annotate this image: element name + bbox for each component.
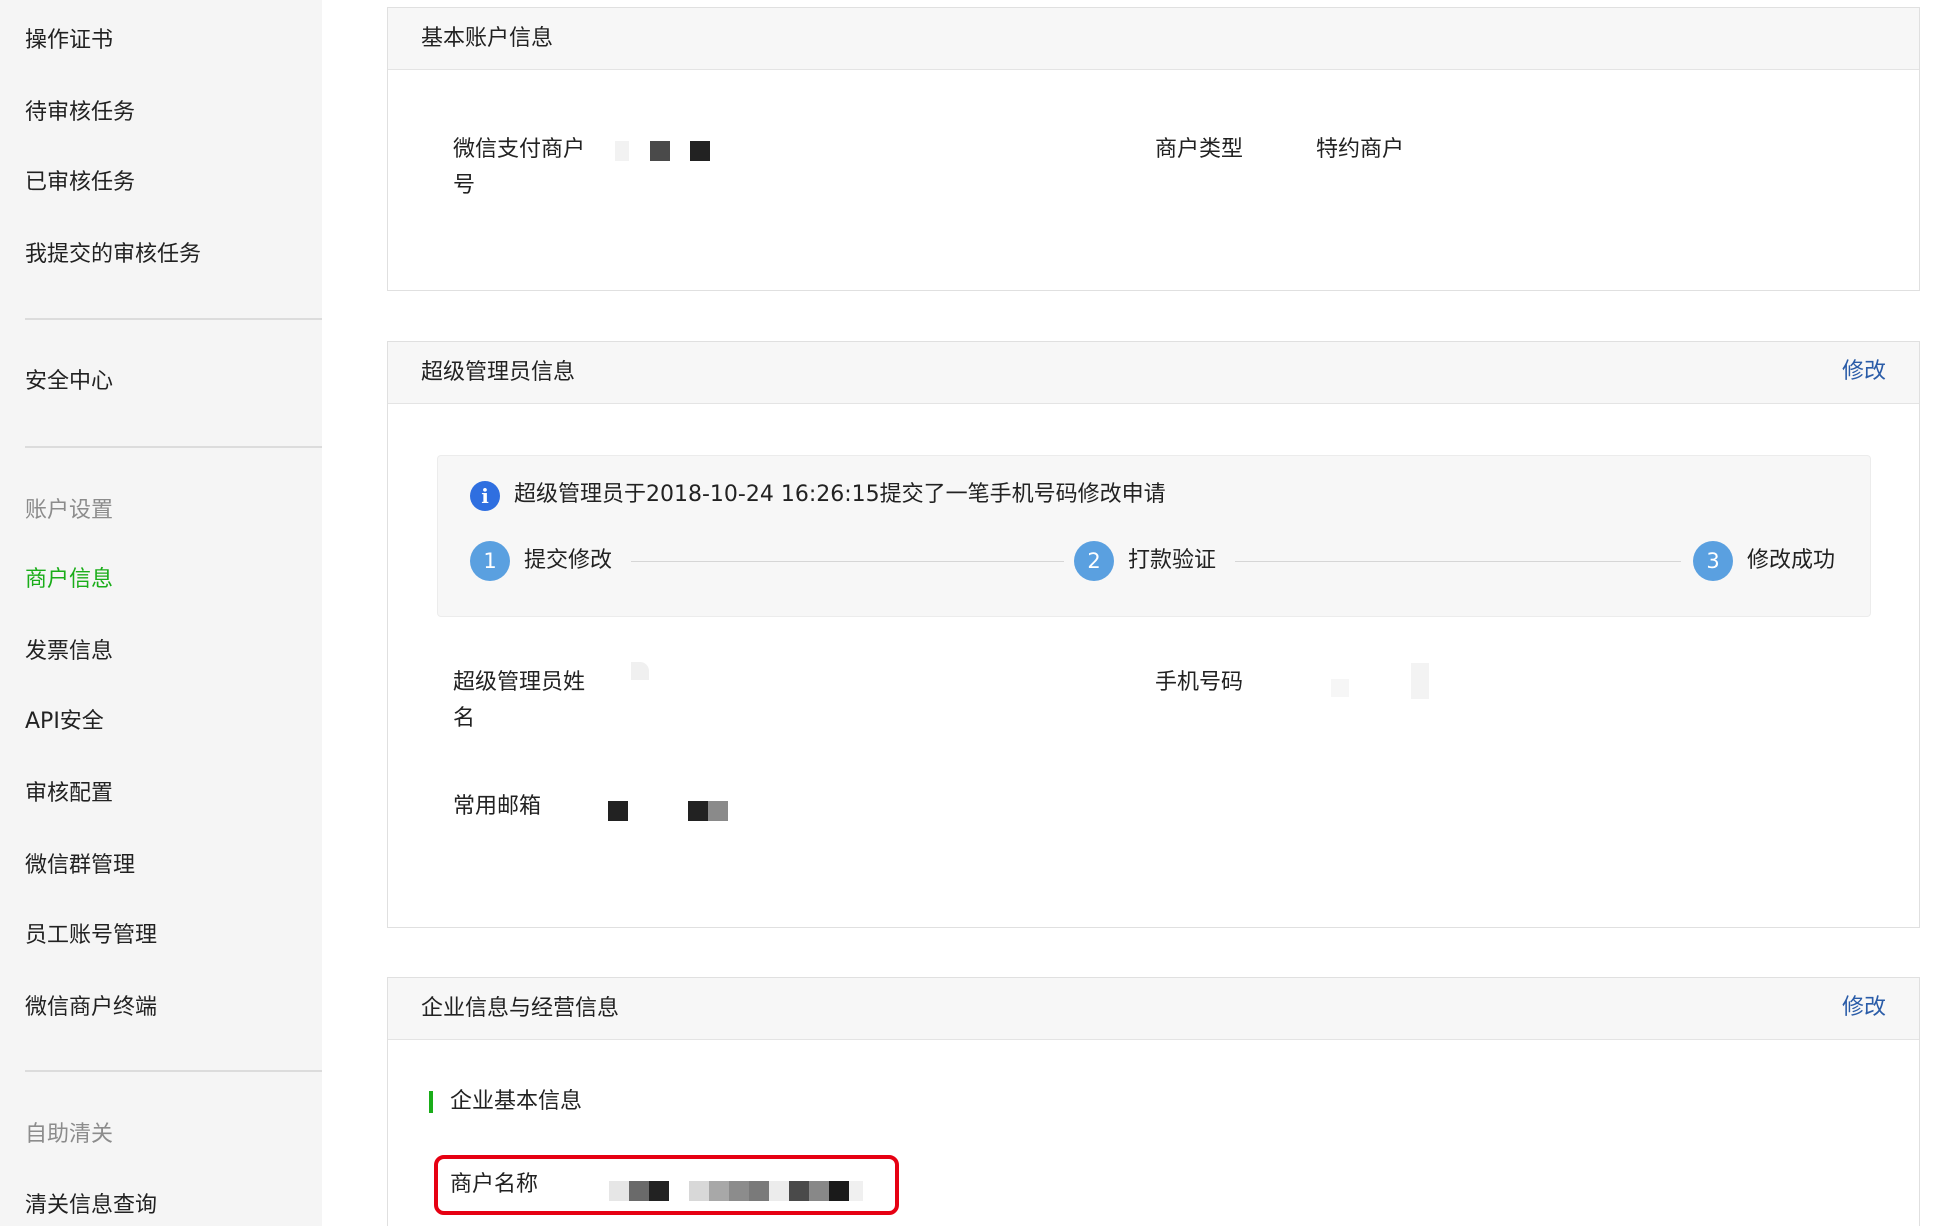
sidebar-item-operation-certificate[interactable]: 操作证书	[25, 26, 113, 56]
step-1-label: 提交修改	[524, 548, 613, 573]
info-icon: i	[470, 481, 500, 511]
subsection-accent	[429, 1091, 433, 1113]
merchant-type-label: 商户类型	[1155, 137, 1244, 162]
sidebar-item-invoice-info[interactable]: 发票信息	[25, 637, 113, 667]
panel-title: 基本账户信息	[421, 26, 554, 51]
sidebar-divider	[25, 446, 322, 448]
step-connector	[631, 561, 1064, 562]
merchant-name-highlight	[434, 1155, 899, 1215]
sidebar-item-customs-query[interactable]: 清关信息查询	[25, 1191, 157, 1221]
sidebar-divider	[25, 1070, 322, 1072]
merchant-type-value: 特约商户	[1316, 137, 1405, 162]
sidebar-item-merchant-info[interactable]: 商户信息	[25, 565, 113, 595]
edit-enterprise-button[interactable]: 修改	[1842, 993, 1886, 1023]
sidebar: 操作证书 待审核任务 已审核任务 我提交的审核任务 安全中心 账户设置 商户信息…	[0, 0, 322, 1226]
step-connector	[1235, 561, 1681, 562]
panel-header: 超级管理员信息 修改	[388, 342, 1919, 404]
step-3-label: 修改成功	[1747, 548, 1836, 573]
sidebar-item-review-config[interactable]: 审核配置	[25, 779, 113, 809]
step-2-label: 打款验证	[1128, 548, 1217, 573]
super-admin-panel: 超级管理员信息 修改 i 超级管理员于2018-10-24 16:26:15提交…	[387, 341, 1920, 928]
panel-header: 企业信息与经营信息 修改	[388, 978, 1919, 1040]
email-label: 常用邮箱	[453, 794, 542, 819]
phone-label: 手机号码	[1155, 670, 1244, 695]
sidebar-item-security-center[interactable]: 安全中心	[25, 367, 113, 397]
edit-admin-button[interactable]: 修改	[1842, 357, 1886, 387]
subsection-title: 企业基本信息	[450, 1089, 583, 1114]
sidebar-item-api-security[interactable]: API安全	[25, 707, 104, 737]
notice-text: 超级管理员于2018-10-24 16:26:15提交了一笔手机号码修改申请	[514, 482, 1166, 507]
enterprise-panel: 企业信息与经营信息 修改 企业基本信息 商户名称	[387, 977, 1920, 1226]
step-1-number: 1	[470, 541, 510, 581]
step-3-number: 3	[1693, 541, 1733, 581]
admin-name-label: 超级管理员姓名	[453, 670, 586, 731]
merchant-id-label: 微信支付商户号	[453, 137, 586, 198]
sidebar-item-merchant-terminal[interactable]: 微信商户终端	[25, 993, 157, 1023]
step-2-number: 2	[1074, 541, 1114, 581]
panel-title: 企业信息与经营信息	[421, 996, 620, 1021]
sidebar-item-my-submitted[interactable]: 我提交的审核任务	[25, 240, 201, 270]
panel-header: 基本账户信息	[388, 8, 1919, 70]
panel-title: 超级管理员信息	[421, 360, 576, 385]
sidebar-item-pending-review[interactable]: 待审核任务	[25, 98, 135, 128]
sidebar-item-staff-accounts[interactable]: 员工账号管理	[25, 921, 157, 951]
sidebar-item-reviewed[interactable]: 已审核任务	[25, 168, 135, 198]
sidebar-group-self-customs: 自助清关	[25, 1122, 114, 1147]
sidebar-group-account-settings: 账户设置	[25, 498, 114, 523]
change-request-notice: i 超级管理员于2018-10-24 16:26:15提交了一笔手机号码修改申请…	[437, 455, 1871, 617]
sidebar-divider	[25, 318, 322, 320]
sidebar-item-wechat-group[interactable]: 微信群管理	[25, 851, 135, 881]
basic-account-panel: 基本账户信息 微信支付商户号 商户类型 特约商户	[387, 7, 1920, 291]
